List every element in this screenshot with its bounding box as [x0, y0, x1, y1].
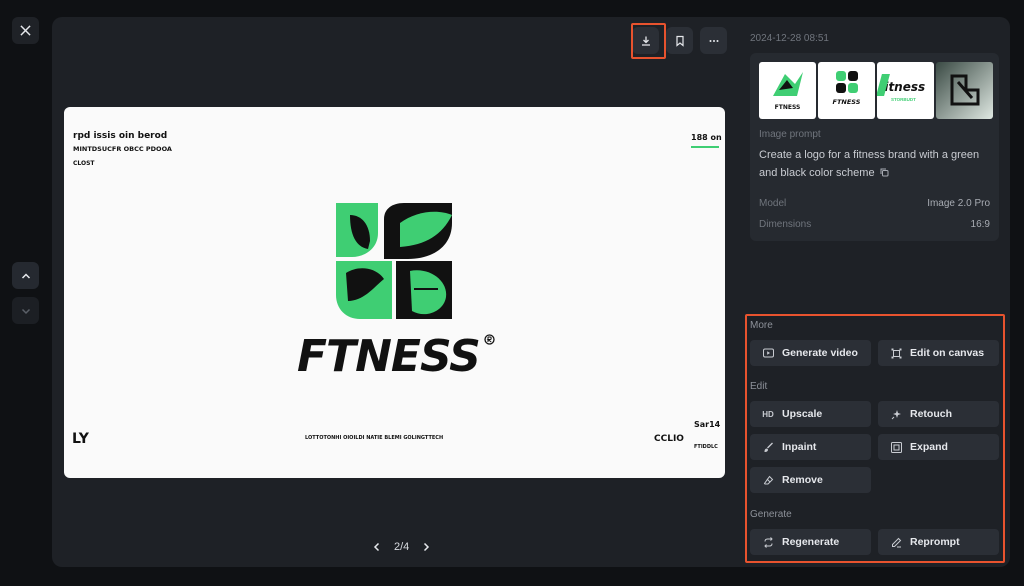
- brush-icon: [762, 441, 774, 453]
- thumb-caption: FTNESS: [774, 104, 801, 111]
- generate-video-button[interactable]: Generate video: [750, 340, 871, 366]
- image-text-bottom-left: LY: [72, 431, 89, 447]
- thumb-logo-mark: [950, 74, 980, 106]
- more-options-button[interactable]: [700, 27, 727, 54]
- next-image-button[interactable]: [12, 297, 39, 324]
- sparkle-icon: [890, 408, 902, 420]
- generated-image: rpd issis oin berod MINTDSUCFR OBCC PDOO…: [64, 107, 725, 478]
- prompt-text-value: Create a logo for a fitness brand with a…: [759, 149, 980, 179]
- generate-video-label: Generate video: [782, 347, 858, 359]
- thumbnail-2[interactable]: FTNESS: [818, 62, 875, 119]
- upscale-label: Upscale: [782, 408, 823, 420]
- expand-label: Expand: [910, 441, 948, 453]
- video-icon: [762, 347, 774, 359]
- close-button[interactable]: [12, 17, 39, 44]
- download-icon: [641, 36, 650, 46]
- registered-mark-icon: [484, 334, 495, 345]
- thumb-logo-mark: [836, 71, 858, 93]
- pager-prev-button[interactable]: [370, 540, 384, 554]
- close-icon: [20, 25, 31, 36]
- chevron-up-icon: [21, 272, 30, 279]
- pager-next-button[interactable]: [419, 540, 433, 554]
- image-text-line3: CLOST: [73, 160, 95, 167]
- hd-icon: HD: [762, 409, 774, 419]
- chevron-down-icon: [21, 308, 30, 314]
- edit-on-canvas-button[interactable]: Edit on canvas: [878, 340, 999, 366]
- thumb-subcaption: STORBUDT: [891, 97, 916, 102]
- regenerate-button[interactable]: Regenerate: [750, 529, 871, 555]
- thumb-caption: FTNESS: [832, 98, 861, 106]
- previous-image-button[interactable]: [12, 262, 39, 289]
- image-text-line2: MINTDSUCFR OBCC PDOOA: [73, 145, 172, 153]
- thumb-logo-mark: [773, 72, 803, 96]
- eraser-icon: [762, 474, 774, 486]
- model-value: Image 2.0 Pro: [927, 198, 990, 209]
- regenerate-label: Regenerate: [782, 536, 840, 548]
- thumbnail-1[interactable]: FTNESS: [759, 62, 816, 119]
- inpaint-label: Inpaint: [782, 441, 817, 453]
- timestamp: 2024-12-28 08:51: [750, 33, 829, 44]
- fitness-logo-mark: [336, 203, 452, 319]
- generate-section-label: Generate: [750, 509, 792, 520]
- expand-icon: [890, 441, 902, 453]
- edit-on-canvas-label: Edit on canvas: [910, 347, 985, 359]
- more-section-label: More: [750, 320, 773, 331]
- model-row: Model Image 2.0 Pro: [759, 198, 990, 209]
- reprompt-button[interactable]: Reprompt: [878, 529, 999, 555]
- pager-count: 2/4: [394, 541, 410, 553]
- upscale-button[interactable]: HD Upscale: [750, 401, 871, 427]
- retouch-label: Retouch: [910, 408, 952, 420]
- chevron-right-icon: [424, 542, 430, 552]
- dimensions-value: 16:9: [970, 219, 990, 230]
- image-green-rule: [691, 146, 719, 148]
- image-toolbar: [632, 27, 727, 54]
- thumbnail-3[interactable]: fitness STORBUDT: [877, 62, 934, 119]
- copy-icon[interactable]: [880, 168, 889, 177]
- thumbnail-strip: FTNESS FTNESS fitness STORBUDT: [759, 62, 993, 119]
- image-pager: 2/4: [370, 540, 433, 554]
- model-label: Model: [759, 198, 787, 209]
- prompt-text: Create a logo for a fitness brand with a…: [759, 146, 994, 182]
- expand-button[interactable]: Expand: [878, 434, 999, 460]
- retouch-button[interactable]: Retouch: [878, 401, 999, 427]
- remove-button[interactable]: Remove: [750, 467, 871, 493]
- remove-label: Remove: [782, 474, 823, 486]
- edit-section-label: Edit: [750, 381, 768, 392]
- image-text-top-right: 188 on: [691, 133, 722, 142]
- more-horizontal-icon: [709, 39, 718, 42]
- bookmark-button[interactable]: [666, 27, 693, 54]
- canvas-icon: [890, 347, 902, 359]
- inpaint-button[interactable]: Inpaint: [750, 434, 871, 460]
- refresh-icon: [762, 536, 774, 548]
- prompt-label: Image prompt: [759, 129, 821, 140]
- image-text-bottom-center: LOTTOTONHI OIOILDI NATIE BLEMI GOLINGTTE…: [305, 435, 444, 441]
- image-text-bottom-right-3: FTIDDLC: [694, 444, 718, 450]
- image-text-line1: rpd issis oin berod: [73, 131, 168, 141]
- download-button[interactable]: [632, 27, 659, 54]
- chevron-left-icon: [373, 542, 380, 552]
- dimensions-label: Dimensions: [759, 219, 812, 230]
- image-text-bottom-right-1: Sar14: [694, 420, 721, 429]
- bookmark-icon: [675, 35, 684, 47]
- dimensions-row: Dimensions 16:9: [759, 219, 990, 230]
- reprompt-label: Reprompt: [910, 536, 960, 548]
- brand-wordmark: FTNESS: [297, 331, 481, 382]
- info-card: FTNESS FTNESS fitness STORBUDT Image pro…: [750, 53, 999, 241]
- image-text-bottom-right-2: CCLIO: [654, 434, 684, 444]
- pencil-icon: [890, 536, 902, 548]
- thumbnail-4[interactable]: [936, 62, 993, 119]
